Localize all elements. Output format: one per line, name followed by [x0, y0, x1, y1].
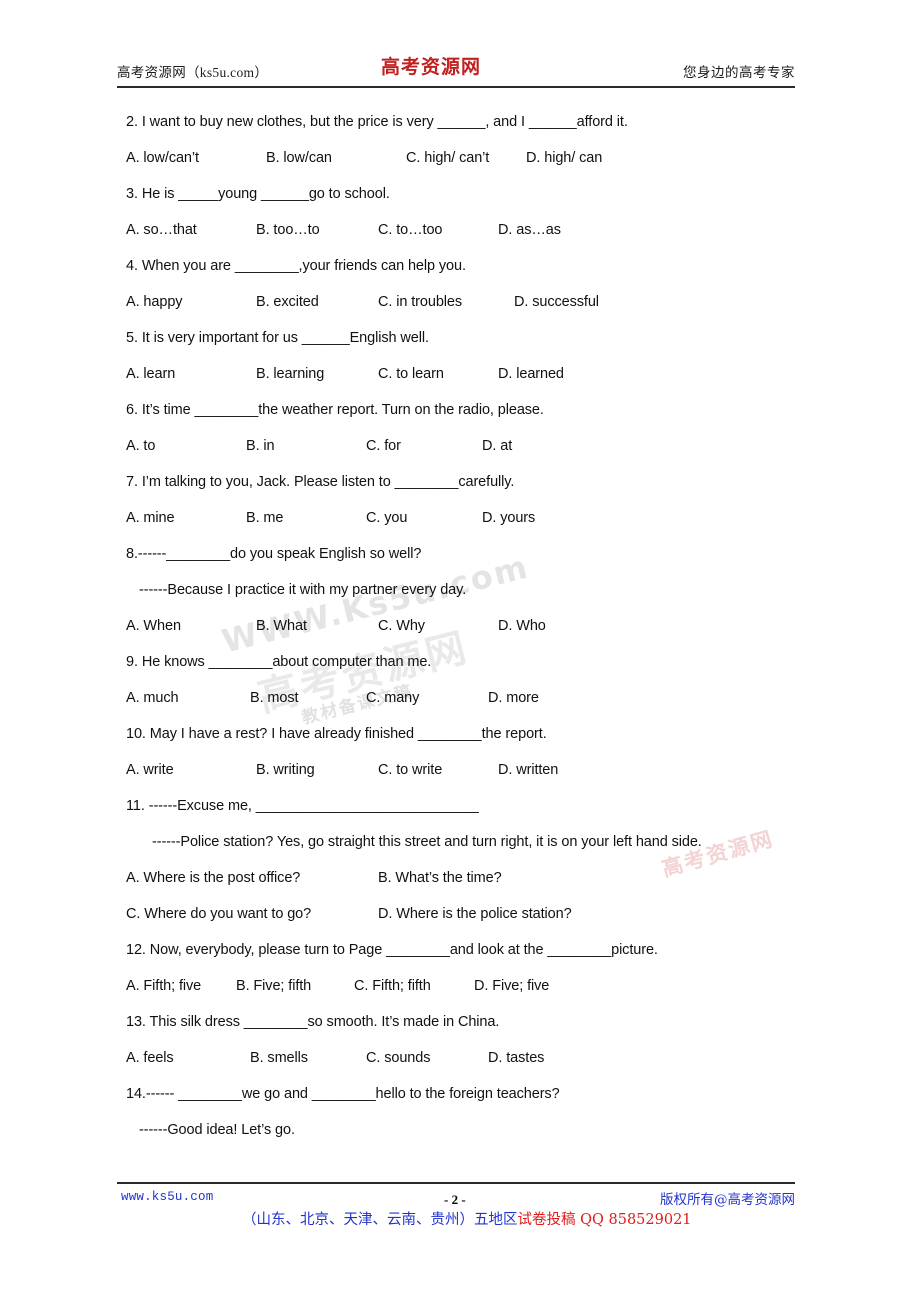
- question-stem: 12. Now, everybody, please turn to Page …: [126, 942, 658, 958]
- option-d[interactable]: D. high/ can: [526, 150, 602, 166]
- page-header: 高考资源网（ks5u.com） 高考资源网 您身边的高考专家: [117, 55, 795, 93]
- option-b[interactable]: B. in: [246, 438, 275, 454]
- option-row: A. happy B. excited C. in troubles D. su…: [126, 294, 806, 312]
- option-c[interactable]: C. you: [366, 510, 407, 526]
- option-c[interactable]: C. many: [366, 690, 419, 706]
- option-a[interactable]: A. to: [126, 438, 155, 454]
- question-stem: 7. I’m talking to you, Jack. Please list…: [126, 474, 515, 490]
- option-row: A. Fifth; five B. Five; fifth C. Fifth; …: [126, 978, 806, 996]
- option-c[interactable]: C. Fifth; fifth: [354, 978, 431, 994]
- option-row: A. low/can’t B. low/can C. high/ can’t D…: [126, 150, 806, 168]
- option-a[interactable]: A. much: [126, 690, 179, 706]
- option-c[interactable]: C. in troubles: [378, 294, 462, 310]
- option-d[interactable]: D. at: [482, 438, 512, 454]
- option-b[interactable]: B. learning: [256, 366, 324, 382]
- option-a[interactable]: A. When: [126, 618, 181, 634]
- option-b[interactable]: B. What’s the time?: [378, 870, 502, 886]
- question-answer-line: ------Because I practice it with my part…: [139, 582, 467, 598]
- option-row: A. to B. in C. for D. at: [126, 438, 806, 456]
- footer-copyright: 版权所有@高考资源网: [660, 1192, 795, 1208]
- option-b[interactable]: B. What: [256, 618, 307, 634]
- footer-url[interactable]: www.ks5u.com: [121, 1190, 213, 1204]
- option-b[interactable]: B. Five; fifth: [236, 978, 311, 994]
- footer-divider: [117, 1182, 795, 1184]
- option-d[interactable]: D. learned: [498, 366, 564, 382]
- question-stem: 2. I want to buy new clothes, but the pr…: [126, 114, 628, 130]
- option-row: A. Where is the post office? B. What’s t…: [126, 870, 806, 888]
- page-number: - 2 -: [444, 1192, 466, 1207]
- option-a[interactable]: A. low/can’t: [126, 150, 199, 166]
- question-stem: 13. This silk dress ________so smooth. I…: [126, 1014, 500, 1030]
- question-stem: 14.------ ________we go and ________hell…: [126, 1086, 560, 1102]
- option-a[interactable]: A. happy: [126, 294, 183, 310]
- page-footer: www.ks5u.com - 2 - 版权所有@高考资源网 （山东、北京、天津、…: [117, 1182, 795, 1242]
- question-stem: 9. He knows ________about computer than …: [126, 654, 432, 670]
- option-b[interactable]: B. too…to: [256, 222, 320, 238]
- header-site-name: 高考资源网（ks5u.com）: [117, 65, 269, 80]
- header-divider: [117, 86, 795, 88]
- option-c[interactable]: C. Why: [378, 618, 425, 634]
- question-stem: 4. When you are ________,your friends ca…: [126, 258, 466, 274]
- option-a[interactable]: A. mine: [126, 510, 175, 526]
- option-c[interactable]: C. to…too: [378, 222, 442, 238]
- option-row: A. mine B. me C. you D. yours: [126, 510, 806, 528]
- option-c[interactable]: C. sounds: [366, 1050, 430, 1066]
- option-d[interactable]: D. written: [498, 762, 558, 778]
- option-c[interactable]: C. Where do you want to go?: [126, 906, 311, 922]
- footer-qq: 试卷投稿 QQ 858529021: [517, 1212, 692, 1228]
- option-c[interactable]: C. for: [366, 438, 401, 454]
- option-b[interactable]: B. most: [250, 690, 299, 706]
- option-b[interactable]: B. smells: [250, 1050, 308, 1066]
- question-stem: 5. It is very important for us ______Eng…: [126, 330, 429, 346]
- header-logo: 高考资源网: [381, 56, 482, 78]
- option-a[interactable]: A. write: [126, 762, 174, 778]
- option-row: A. learn B. learning C. to learn D. lear…: [126, 366, 806, 384]
- footer-regions: （山东、北京、天津、云南、贵州）五地区: [242, 1212, 518, 1228]
- option-b[interactable]: B. low/can: [266, 150, 332, 166]
- option-row: A. so…that B. too…to C. to…too D. as…as: [126, 222, 806, 240]
- option-d[interactable]: D. more: [488, 690, 539, 706]
- option-row: C. Where do you want to go? D. Where is …: [126, 906, 806, 924]
- option-row: A. much B. most C. many D. more: [126, 690, 806, 708]
- option-d[interactable]: D. yours: [482, 510, 535, 526]
- option-d[interactable]: D. Where is the police station?: [378, 906, 572, 922]
- question-answer-line: ------Police station? Yes, go straight t…: [152, 834, 702, 850]
- option-d[interactable]: D. tastes: [488, 1050, 544, 1066]
- option-c[interactable]: C. to write: [378, 762, 442, 778]
- header-tagline: 您身边的高考专家: [683, 65, 795, 80]
- question-stem: 3. He is _____young ______go to school.: [126, 186, 390, 202]
- question-stem: 6. It’s time ________the weather report.…: [126, 402, 544, 418]
- option-d[interactable]: D. successful: [514, 294, 599, 310]
- option-a[interactable]: A. feels: [126, 1050, 174, 1066]
- option-c[interactable]: C. high/ can’t: [406, 150, 489, 166]
- option-d[interactable]: D. as…as: [498, 222, 561, 238]
- option-d[interactable]: D. Who: [498, 618, 546, 634]
- option-c[interactable]: C. to learn: [378, 366, 444, 382]
- option-b[interactable]: B. excited: [256, 294, 319, 310]
- option-row: A. feels B. smells C. sounds D. tastes: [126, 1050, 806, 1068]
- option-b[interactable]: B. writing: [256, 762, 315, 778]
- question-answer-line: ------Good idea! Let’s go.: [139, 1122, 295, 1138]
- question-list: 2. I want to buy new clothes, but the pr…: [126, 114, 806, 1140]
- document-page: 高考资源网（ks5u.com） 高考资源网 您身边的高考专家 WWW.Ks5u.…: [0, 0, 920, 1302]
- option-a[interactable]: A. Fifth; five: [126, 978, 201, 994]
- option-row: A. When B. What C. Why D. Who: [126, 618, 806, 636]
- option-a[interactable]: A. learn: [126, 366, 175, 382]
- option-b[interactable]: B. me: [246, 510, 283, 526]
- question-stem: 10. May I have a rest? I have already fi…: [126, 726, 547, 742]
- question-stem: 8.------________do you speak English so …: [126, 546, 422, 562]
- option-a[interactable]: A. so…that: [126, 222, 197, 238]
- option-a[interactable]: A. Where is the post office?: [126, 870, 300, 886]
- question-stem: 11. ------Excuse me, ___________________…: [126, 798, 479, 814]
- option-d[interactable]: D. Five; five: [474, 978, 549, 994]
- option-row: A. write B. writing C. to write D. writt…: [126, 762, 806, 780]
- footer-submission-note: （山东、北京、天津、云南、贵州）五地区试卷投稿 QQ 858529021: [242, 1208, 692, 1229]
